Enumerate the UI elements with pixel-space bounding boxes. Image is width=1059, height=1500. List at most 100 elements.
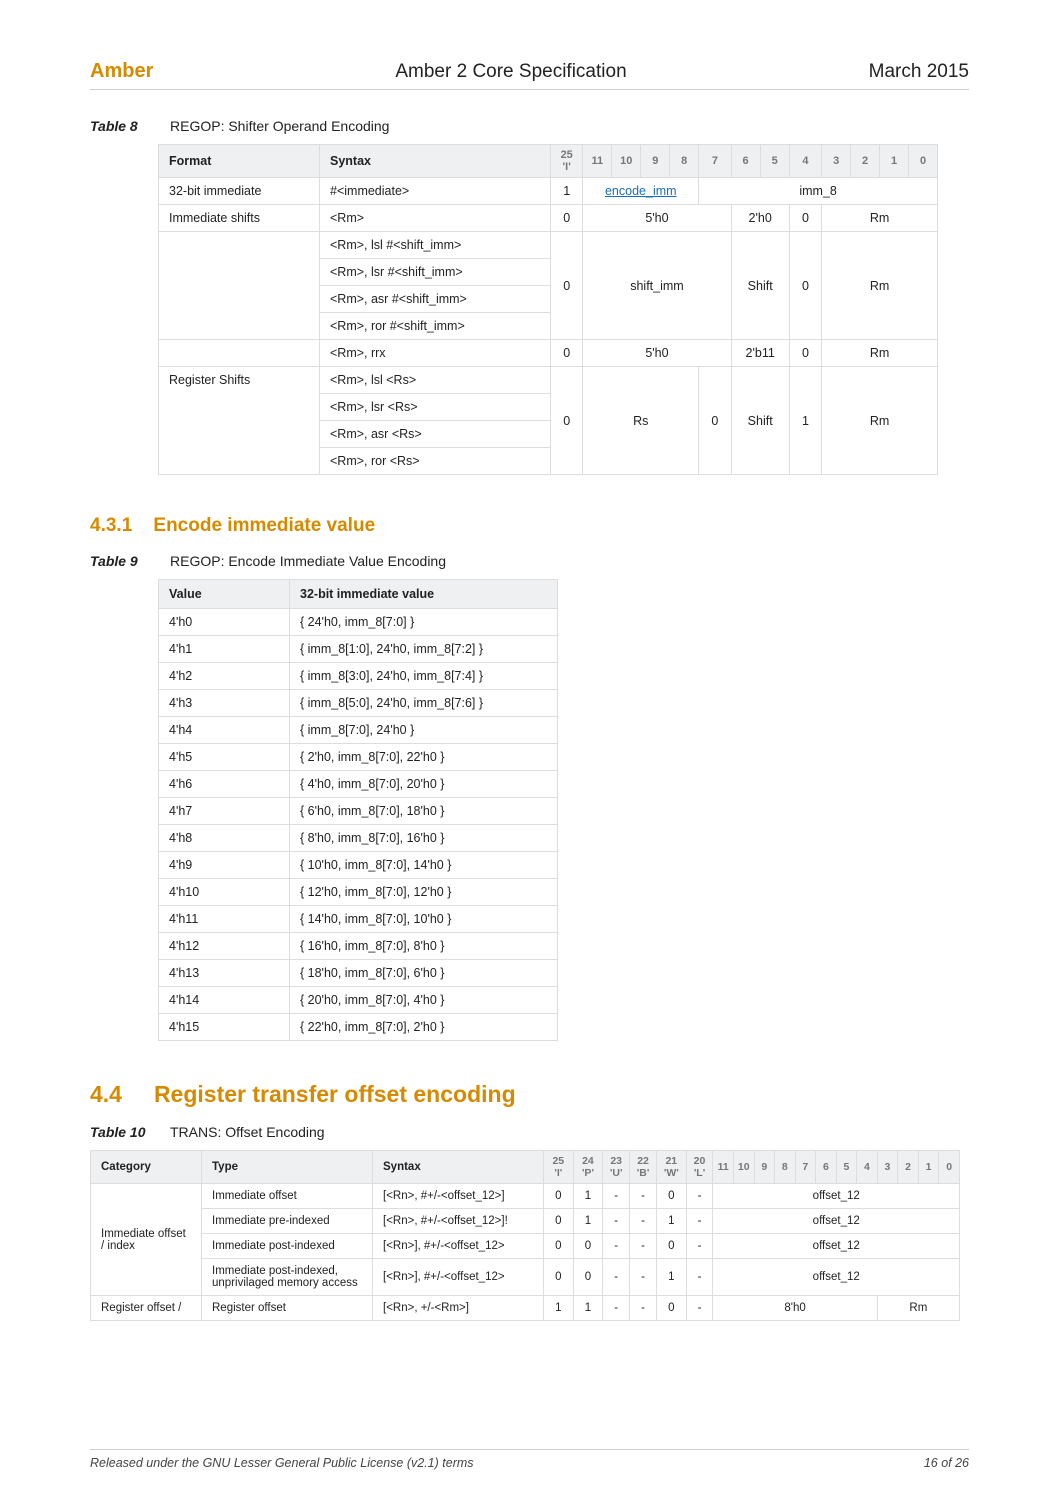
t10-h-0: 0: [939, 1151, 960, 1184]
t10-h-21: 21'W': [656, 1151, 686, 1184]
table9-label-row: Table 9 REGOP: Encode Immediate Value En…: [90, 553, 969, 569]
t8-h-3: 3: [822, 145, 851, 178]
section-number: 4.3.1: [90, 515, 132, 536]
t9-value: 4'h7: [159, 798, 290, 825]
t10-b24: 1: [573, 1184, 603, 1209]
t10-h-5: 5: [836, 1151, 857, 1184]
t10-syntax: [<Rn>], #+/-<offset_12>: [373, 1259, 544, 1296]
t10-8h0: 8'h0: [713, 1296, 877, 1321]
brand: Amber: [90, 60, 153, 83]
t9-row: 4'h9{ 10'h0, imm_8[7:0], 14'h0 }: [159, 852, 558, 879]
table8-caption: REGOP: Shifter Operand Encoding: [170, 118, 389, 134]
t10-h-9: 9: [754, 1151, 775, 1184]
t9-row: 4'h15{ 22'h0, imm_8[7:0], 2'h0 }: [159, 1014, 558, 1041]
t8-format: 32-bit immediate: [159, 178, 320, 205]
t8-h-1: 1: [880, 145, 909, 178]
t8-4: 0: [789, 232, 821, 340]
t8-h-9: 9: [641, 145, 670, 178]
t8-h-5: 5: [760, 145, 789, 178]
t10-b21: 0: [656, 1184, 686, 1209]
t8-encode-imm-link[interactable]: encode_imm: [583, 178, 699, 205]
t9-value: 4'h13: [159, 960, 290, 987]
t9-immediate: { 4'h0, imm_8[7:0], 20'h0 }: [290, 771, 558, 798]
t8-3-0: Rm: [822, 232, 938, 340]
t8-row: <Rm>, lsl #<shift_imm> 0 shift_imm Shift…: [159, 232, 938, 259]
t10-h-2: 2: [898, 1151, 919, 1184]
t9-row: 4'h12{ 16'h0, imm_8[7:0], 8'h0 }: [159, 933, 558, 960]
t8-h-10: 10: [612, 145, 641, 178]
t8-format: Register Shifts: [159, 367, 320, 394]
t8-h-8: 8: [670, 145, 699, 178]
t10-syntax: [<Rn>, #+/-<offset_12>]: [373, 1184, 544, 1209]
table10-label: Table 10: [90, 1124, 150, 1140]
t9-row: 4'h3{ imm_8[5:0], 24'h0, imm_8[7:6] }: [159, 690, 558, 717]
t8-h-syntax: Syntax: [320, 145, 551, 178]
table9-caption: REGOP: Encode Immediate Value Encoding: [170, 553, 446, 569]
t9-value: 4'h3: [159, 690, 290, 717]
t9-value: 4'h12: [159, 933, 290, 960]
table9-label: Table 9: [90, 553, 150, 569]
t10-h-10: 10: [733, 1151, 754, 1184]
t10-syntax: [<Rn>, #+/-<offset_12>]!: [373, 1209, 544, 1234]
t10-row: Immediate pre-indexed [<Rn>, #+/-<offset…: [91, 1209, 960, 1234]
t10-syntax: [<Rn>], #+/-<offset_12>: [373, 1234, 544, 1259]
t8-row: <Rm>, rrx 0 5'h0 2'b11 0 Rm: [159, 340, 938, 367]
t8-syntax: <Rm>, asr <Rs>: [320, 421, 551, 448]
t9-row: 4'h6{ 4'h0, imm_8[7:0], 20'h0 }: [159, 771, 558, 798]
footer-page: 16 of 26: [924, 1456, 969, 1470]
t10-type: Register offset: [202, 1296, 373, 1321]
t9-row: 4'h14{ 20'h0, imm_8[7:0], 4'h0 }: [159, 987, 558, 1014]
t9-value: 4'h14: [159, 987, 290, 1014]
t8-3-0: Rm: [822, 205, 938, 232]
t9-row: 4'h5{ 2'h0, imm_8[7:0], 22'h0 }: [159, 744, 558, 771]
t8-i25: 1: [551, 178, 583, 205]
t9-h-value: Value: [159, 580, 290, 609]
t9-value: 4'h5: [159, 744, 290, 771]
t9-immediate: { 24'h0, imm_8[7:0] }: [290, 609, 558, 636]
t8-syntax: <Rm>, ror #<shift_imm>: [320, 313, 551, 340]
t8-format: [159, 232, 320, 259]
t9-value: 4'h15: [159, 1014, 290, 1041]
t9-immediate: { 10'h0, imm_8[7:0], 14'h0 }: [290, 852, 558, 879]
t9-row: 4'h7{ 6'h0, imm_8[7:0], 18'h0 }: [159, 798, 558, 825]
table10-caption: TRANS: Offset Encoding: [170, 1124, 325, 1140]
t8-6-5: 2'h0: [731, 205, 789, 232]
t10-b23: -: [603, 1184, 630, 1209]
t9-value: 4'h8: [159, 825, 290, 852]
t8-h-2: 2: [851, 145, 880, 178]
t8-i25: 0: [551, 340, 583, 367]
t10-h-23: 23'U': [603, 1151, 630, 1184]
t8-syntax: <Rm>, asr #<shift_imm>: [320, 286, 551, 313]
t9-row: 4'h8{ 8'h0, imm_8[7:0], 16'h0 }: [159, 825, 558, 852]
t9-row: 4'h10{ 12'h0, imm_8[7:0], 12'h0 }: [159, 879, 558, 906]
t8-h-4: 4: [789, 145, 821, 178]
t8-format: Immediate shifts: [159, 205, 320, 232]
t8-h-7: 7: [699, 145, 731, 178]
section-4-3-1-heading: 4.3.1 Encode immediate value: [90, 515, 969, 537]
section-number: 4.4: [90, 1081, 122, 1107]
t8-4: 0: [789, 205, 821, 232]
t8-syntax: <Rm>, lsl <Rs>: [320, 367, 551, 394]
page-footer: Released under the GNU Lesser General Pu…: [90, 1449, 969, 1470]
t10-h-syntax: Syntax: [373, 1151, 544, 1184]
t9-value: 4'h4: [159, 717, 290, 744]
doc-date: March 2015: [869, 61, 969, 83]
t10-row: Immediate post-indexed [<Rn>], #+/-<offs…: [91, 1234, 960, 1259]
t10-h-1: 1: [918, 1151, 939, 1184]
t10-h-6: 6: [816, 1151, 837, 1184]
t10-offset12: offset_12: [713, 1184, 960, 1209]
t9-value: 4'h10: [159, 879, 290, 906]
t8-syntax: #<immediate>: [320, 178, 551, 205]
t8-11-7: 5'h0: [583, 205, 731, 232]
t9-value: 4'h6: [159, 771, 290, 798]
t8-6-5: 2'b11: [731, 340, 789, 367]
t10-b20: -: [686, 1184, 713, 1209]
t9-value: 4'h0: [159, 609, 290, 636]
t8-7: 0: [699, 367, 731, 475]
t9-row: 4'h2{ imm_8[3:0], 24'h0, imm_8[7:4] }: [159, 663, 558, 690]
t8-syntax: <Rm>, ror <Rs>: [320, 448, 551, 475]
t9-h-imm: 32-bit immediate value: [290, 580, 558, 609]
t8-i25: 0: [551, 232, 583, 340]
t10-h-11: 11: [713, 1151, 734, 1184]
t10-type: Immediate offset: [202, 1184, 373, 1209]
